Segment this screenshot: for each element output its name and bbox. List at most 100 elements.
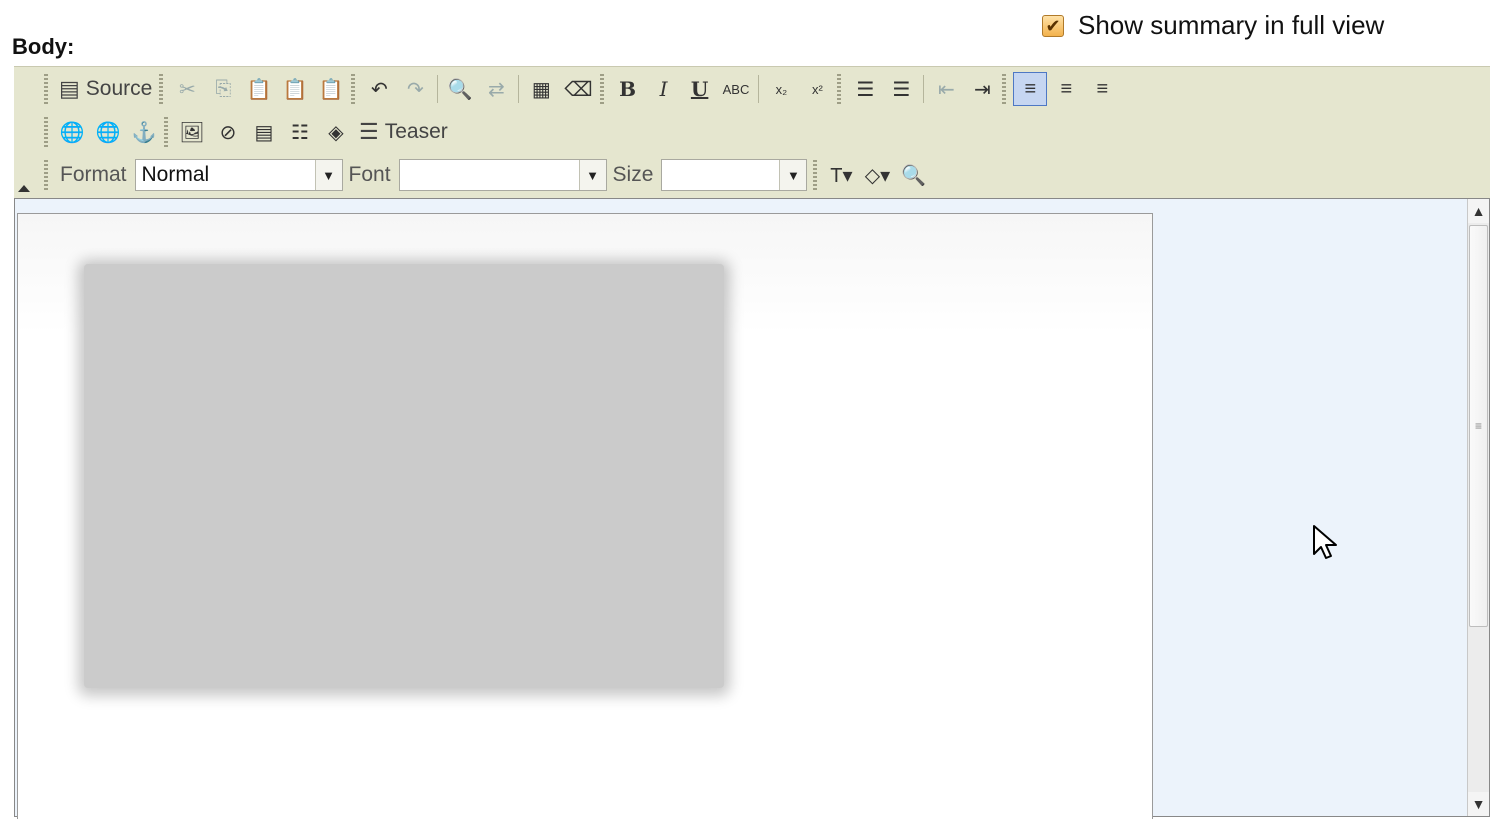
select-all-icon: ▦ bbox=[531, 78, 551, 101]
undo-button[interactable]: ↶ bbox=[362, 72, 396, 106]
align-left-button[interactable]: ≡ bbox=[1013, 72, 1048, 106]
underline-icon: U bbox=[690, 77, 709, 101]
body-field-label: Body: bbox=[12, 34, 75, 59]
toolbar-row-3: Format Normal ▼ Font ▼ Size ▼ T▾ ◇▾ 🔍 bbox=[42, 155, 931, 195]
editor-scrollbar[interactable]: ▲ ≡ ▼ bbox=[1467, 199, 1489, 816]
indent-icon: ⇥ bbox=[973, 78, 991, 101]
copy-icon: ⎘ bbox=[215, 77, 232, 100]
mouse-pointer-icon bbox=[1313, 525, 1337, 559]
strikethrough-icon: ABC bbox=[722, 81, 750, 97]
horizontal-rule-button[interactable]: ☷ bbox=[283, 115, 317, 149]
teaser-break-icon: ☰ bbox=[359, 119, 379, 144]
special-char-button[interactable]: ◈ bbox=[319, 115, 353, 149]
checkmark-icon: ✔ bbox=[1045, 15, 1061, 36]
select-all-button[interactable]: ▦ bbox=[524, 72, 558, 106]
outdent-icon: ⇤ bbox=[937, 78, 955, 101]
toolbar-grip bbox=[813, 160, 818, 190]
bulleted-list-button[interactable]: ☰ bbox=[884, 72, 918, 106]
background-color-button[interactable]: ◇▾ bbox=[860, 158, 894, 192]
editor-area[interactable]: ▲ ≡ ▼ bbox=[14, 198, 1490, 819]
find-button[interactable]: 🔍 bbox=[443, 72, 477, 106]
paste-word-button[interactable]: 📋 bbox=[314, 72, 348, 106]
align-right-icon: ≡ bbox=[1096, 77, 1109, 100]
scrollbar-thumb[interactable]: ≡ bbox=[1469, 225, 1488, 627]
toolbar-grip[interactable] bbox=[44, 117, 48, 147]
collapse-toolbar-icon[interactable] bbox=[18, 185, 30, 192]
image-icon: 🖼 bbox=[179, 121, 205, 144]
scroll-grip-icon: ≡ bbox=[1474, 419, 1482, 433]
align-center-button[interactable]: ≡ bbox=[1049, 72, 1083, 106]
toolbar-grip bbox=[351, 74, 356, 104]
show-summary-checkbox[interactable]: ✔ bbox=[1042, 14, 1064, 37]
indent-button[interactable]: ⇥ bbox=[965, 72, 999, 106]
separator bbox=[518, 75, 520, 103]
embedded-media-placeholder[interactable] bbox=[84, 264, 724, 688]
format-select-value: Normal bbox=[141, 163, 210, 186]
italic-button[interactable]: I bbox=[647, 72, 681, 106]
anchor-button[interactable]: ⚓ bbox=[127, 115, 161, 149]
toolbar-row-1: ▤ Source ✂ ⎘ 📋 📋 📋 ↶ ↷ 🔍 ⇄ ▦ ⌫ B I U ABC… bbox=[42, 69, 1120, 109]
format-label: Format bbox=[60, 163, 127, 186]
table-button[interactable]: ▤ bbox=[247, 115, 281, 149]
teaser-button-label: Teaser bbox=[384, 120, 448, 143]
outdent-button[interactable]: ⇤ bbox=[929, 72, 963, 106]
dropdown-arrow-icon[interactable]: ▼ bbox=[314, 160, 342, 190]
globe-unlink-icon: 🌐 bbox=[95, 121, 121, 144]
unlink-button[interactable]: 🌐 bbox=[91, 115, 125, 149]
bulleted-list-icon: ☰ bbox=[892, 78, 911, 101]
paste-button[interactable]: 📋 bbox=[242, 72, 276, 106]
align-left-icon: ≡ bbox=[1024, 77, 1037, 100]
redo-icon: ↷ bbox=[406, 78, 424, 101]
remove-format-button[interactable]: ⌫ bbox=[560, 72, 596, 106]
globe-link-icon: 🌐 bbox=[59, 121, 85, 144]
strikethrough-button[interactable]: ABC bbox=[719, 72, 754, 106]
scroll-down-icon[interactable]: ▼ bbox=[1468, 792, 1489, 816]
toolbar-grip[interactable] bbox=[44, 160, 48, 190]
image-button[interactable]: 🖼 bbox=[175, 115, 209, 149]
subscript-button[interactable]: x₂ bbox=[764, 72, 798, 106]
numbered-list-button[interactable]: ☰ bbox=[848, 72, 882, 106]
underline-button[interactable]: U bbox=[683, 72, 717, 106]
binoculars-icon: 🔍 bbox=[447, 78, 473, 101]
teaser-button[interactable]: ☰ Teaser bbox=[355, 115, 452, 149]
align-right-button[interactable]: ≡ bbox=[1085, 72, 1119, 106]
horizontal-rule-icon: ☷ bbox=[291, 121, 309, 144]
source-icon: ▤ bbox=[59, 76, 80, 101]
show-summary-label[interactable]: Show summary in full view bbox=[1078, 10, 1384, 41]
source-button[interactable]: ▤ Source bbox=[55, 72, 156, 106]
size-select[interactable]: ▼ bbox=[661, 159, 808, 191]
toolbar-grip bbox=[599, 74, 604, 104]
dropdown-arrow-icon[interactable]: ▼ bbox=[779, 160, 807, 190]
preview-button[interactable]: 🔍 bbox=[896, 158, 930, 192]
scroll-up-icon[interactable]: ▲ bbox=[1468, 199, 1489, 223]
paste-text-button[interactable]: 📋 bbox=[278, 72, 312, 106]
paste-text-icon: 📋 bbox=[282, 78, 308, 101]
source-button-label: Source bbox=[85, 77, 153, 100]
dropdown-arrow-icon[interactable]: ▼ bbox=[578, 160, 606, 190]
redo-button[interactable]: ↷ bbox=[398, 72, 432, 106]
table-icon: ▤ bbox=[254, 121, 274, 144]
toolbar-grip bbox=[159, 74, 164, 104]
paste-icon: 📋 bbox=[246, 78, 272, 101]
bold-button[interactable]: B bbox=[611, 72, 645, 106]
toolbar-grip[interactable] bbox=[44, 74, 48, 104]
cut-button[interactable]: ✂ bbox=[170, 72, 204, 106]
format-select[interactable]: Normal ▼ bbox=[134, 159, 343, 191]
superscript-button[interactable]: x² bbox=[800, 72, 834, 106]
editor-page[interactable] bbox=[17, 213, 1153, 819]
replace-button[interactable]: ⇄ bbox=[479, 72, 513, 106]
separator bbox=[437, 75, 439, 103]
toolbar-grip bbox=[1002, 74, 1007, 104]
toolbar-row-2: 🌐 🌐 ⚓ 🖼 ⊘ ▤ ☷ ◈ ☰ Teaser bbox=[42, 112, 453, 152]
eraser-icon: ⌫ bbox=[564, 78, 593, 101]
copy-button[interactable]: ⎘ bbox=[206, 72, 240, 106]
text-color-button[interactable]: T▾ bbox=[824, 158, 858, 192]
show-summary-row[interactable]: ✔ Show summary in full view bbox=[1042, 10, 1384, 41]
font-select[interactable]: ▼ bbox=[398, 159, 607, 191]
numbered-list-icon: ☰ bbox=[856, 78, 875, 101]
anchor-icon: ⚓ bbox=[131, 121, 157, 144]
paste-word-icon: 📋 bbox=[318, 78, 344, 101]
link-button[interactable]: 🌐 bbox=[55, 115, 89, 149]
preview-icon: 🔍 bbox=[900, 164, 926, 187]
flash-button[interactable]: ⊘ bbox=[211, 115, 245, 149]
